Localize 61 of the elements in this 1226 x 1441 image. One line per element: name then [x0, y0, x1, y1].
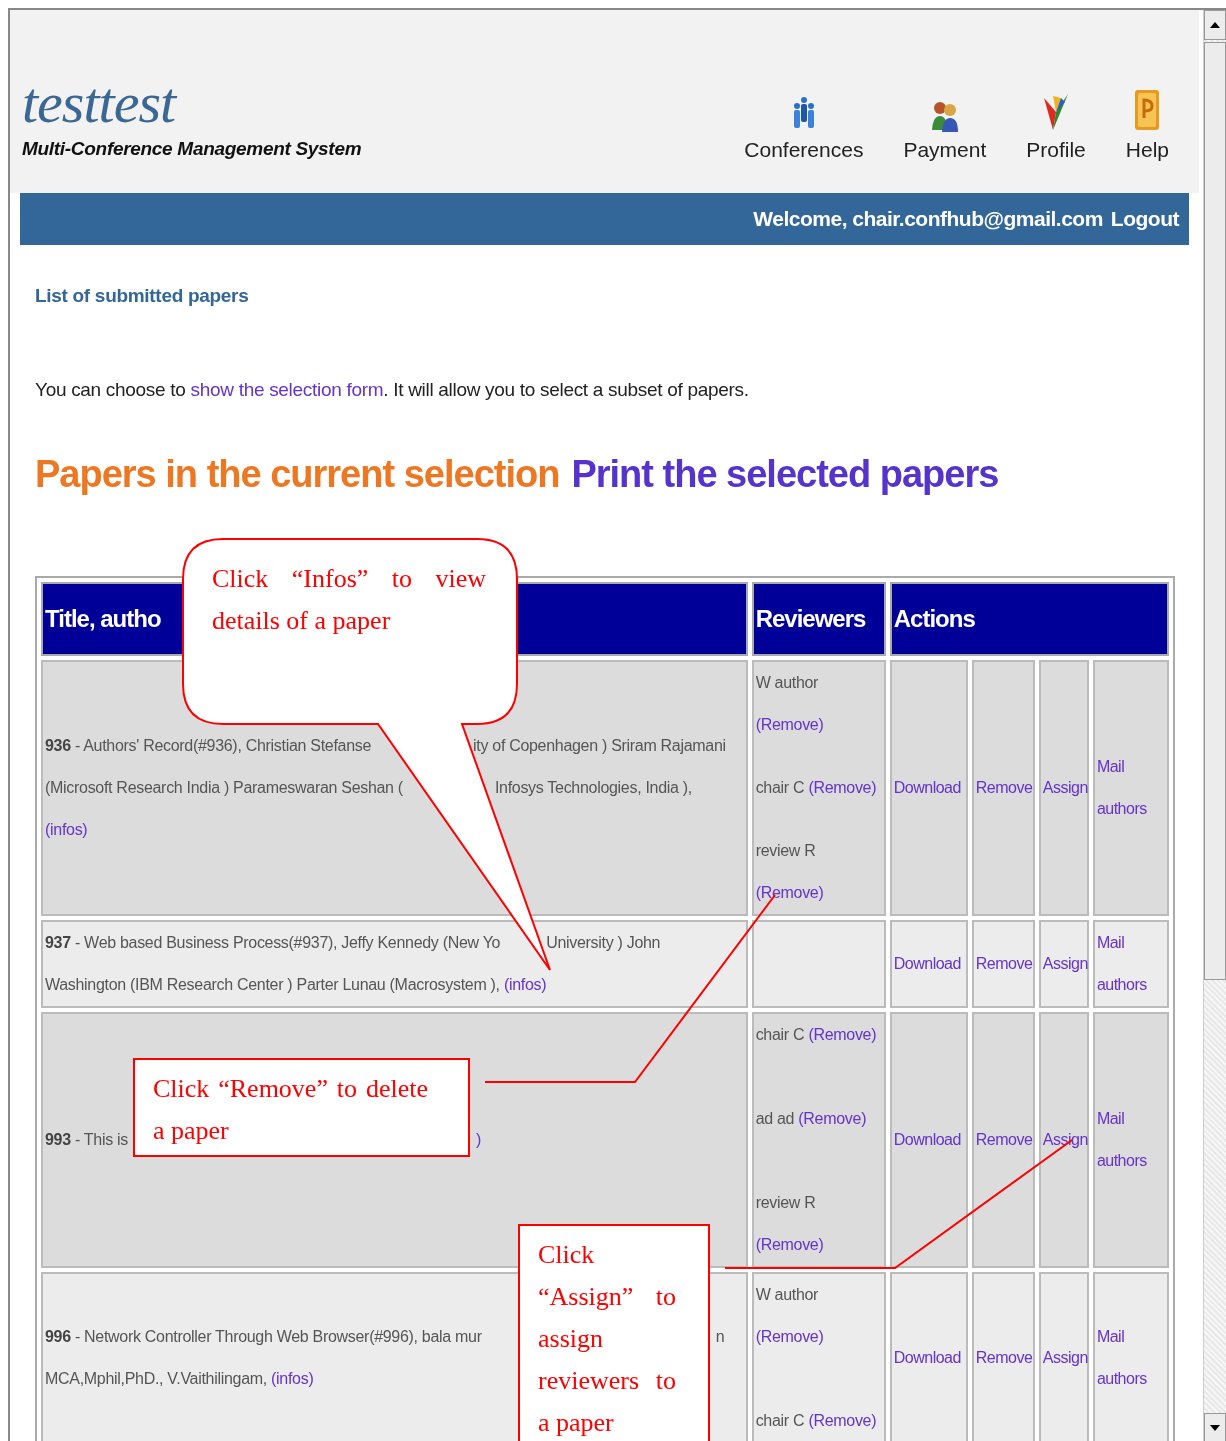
- tile-icon: [1134, 88, 1161, 132]
- nav-link[interactable]: Conferences: [744, 78, 864, 162]
- paper-text: Washington (IBM Research Center ) Parter Lunau (Macrosystem ),: [45, 975, 500, 995]
- action-link[interactable]: Remove: [975, 1119, 1031, 1161]
- reviewer-name: chair C: [755, 1026, 805, 1043]
- paper-text: n: [715, 1327, 725, 1347]
- remove-reviewer-link[interactable]: (Remove): [808, 1026, 877, 1043]
- paper-text: Infosys Technologies, India ),: [494, 778, 692, 798]
- logout-link[interactable]: Logout: [1110, 207, 1179, 231]
- page-title: List of submitted papers: [35, 285, 250, 307]
- reviewer-name: review R: [755, 1194, 816, 1211]
- down-arrow-icon: [1210, 1425, 1220, 1431]
- nav-link[interactable]: Payment: [903, 78, 987, 162]
- remove-reviewer-link[interactable]: (Remove): [755, 884, 824, 901]
- infos-link[interactable]: (infos): [45, 809, 88, 851]
- reviewer-name: ad ad: [755, 1110, 795, 1127]
- reviewer-name: review R: [755, 842, 816, 859]
- selection-form-link[interactable]: show the selection form: [190, 379, 384, 400]
- remove-reviewer-link[interactable]: (Remove): [798, 1110, 867, 1127]
- reviewer-name: W author: [755, 674, 819, 691]
- scroll-down-button[interactable]: [1204, 1413, 1226, 1441]
- callout-text: Click “Infos” to view details of a paper: [212, 563, 486, 637]
- remove-reviewer-link[interactable]: (Remove): [755, 716, 824, 733]
- paper-text: University ) John: [546, 933, 661, 953]
- action-link[interactable]: Remove: [975, 767, 1031, 809]
- welcome-text: Welcome, chair.confhub@gmail.com: [753, 207, 1103, 231]
- infos-link[interactable]: ): [475, 1119, 481, 1161]
- paper-text: (Microsoft Research India ) Parameswaran Seshan (: [45, 778, 403, 798]
- action-link[interactable]: Download: [893, 767, 964, 809]
- paper-text: ity of Copenhagen ) Sriram Rajamani: [473, 736, 726, 756]
- callout-note: Click “Assign” to assign reviewers to a paper: [518, 1224, 710, 1441]
- remove-reviewer-link[interactable]: (Remove): [808, 779, 877, 796]
- section-heading: Papers in the current selection: [35, 453, 560, 496]
- infos-link[interactable]: (infos): [503, 964, 547, 1006]
- column-header: Reviewers: [751, 582, 886, 656]
- print-link[interactable]: Print the selected papers: [571, 453, 999, 496]
- site-logo: testtest: [22, 72, 179, 134]
- infos-link[interactable]: (infos): [271, 1358, 314, 1400]
- reviewer-name: W author: [755, 1286, 819, 1303]
- scroll-thumb[interactable]: [1204, 42, 1226, 980]
- paper-text: 936 - Authors' Record(#936), Christian Stefanse: [45, 736, 372, 756]
- paper-text: MCA,Mphil,PhD., V.Vaithilingam,: [45, 1369, 267, 1389]
- remove-reviewer-link[interactable]: (Remove): [755, 1328, 824, 1345]
- paper-text: 993 - This is: [45, 1130, 128, 1150]
- paper-text: 937 - Web based Business Process(#937), Jeffy Kennedy (New Yo: [45, 933, 501, 953]
- reviewer-name: chair C: [755, 1412, 805, 1429]
- column-header: Actions: [889, 582, 1169, 656]
- action-link[interactable]: Download: [893, 1119, 964, 1161]
- scroll-up-button[interactable]: [1204, 10, 1226, 40]
- users-icon: [930, 100, 959, 132]
- site-subtitle: Multi-Conference Management System: [22, 138, 362, 160]
- nav-link[interactable]: Profile: [1026, 78, 1086, 162]
- remove-reviewer-link[interactable]: (Remove): [755, 1236, 824, 1253]
- callout-note: Click “Remove” to delete a paper: [133, 1058, 470, 1157]
- intro-text: You can choose to show the selection form. It will allow you to select a subset of papers.: [35, 379, 750, 401]
- up-arrow-icon: [1210, 22, 1220, 28]
- scrollbar[interactable]: [1203, 10, 1226, 1441]
- remove-reviewer-link[interactable]: (Remove): [808, 1412, 877, 1429]
- paper-text: 996 - Network Controller Through Web Browser(#996), bala mur: [45, 1327, 482, 1347]
- nav-link[interactable]: Help: [1125, 78, 1169, 162]
- reviewer-name: chair C: [755, 779, 805, 796]
